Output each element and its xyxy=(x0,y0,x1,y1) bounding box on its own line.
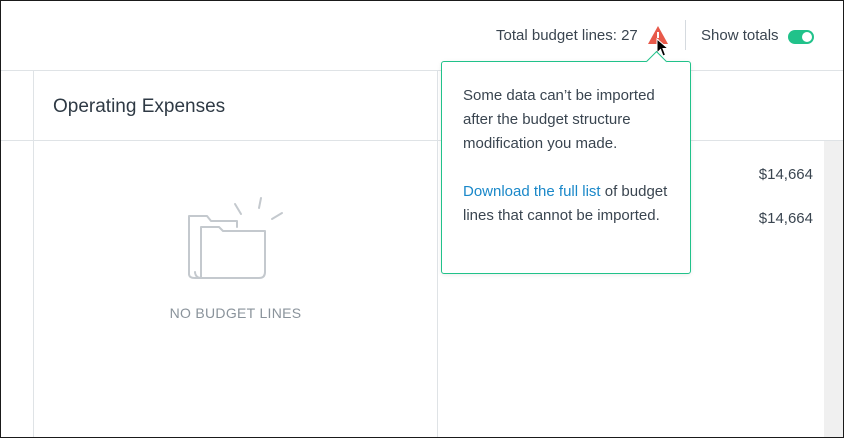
total-budget-lines-label: Total budget lines: 27 xyxy=(496,27,638,44)
column-header-divider xyxy=(1,140,843,141)
show-totals-toggle[interactable] xyxy=(788,30,814,44)
tooltip-message: Some data can’t be imported after the bu… xyxy=(463,87,655,152)
toggle-knob xyxy=(802,32,812,42)
top-bar: Total budget lines: 27 Show totals xyxy=(1,1,843,71)
amount-value: $14,664 xyxy=(758,210,813,227)
tooltip-body: Some data can’t be imported after the bu… xyxy=(463,84,678,228)
no-budget-lines-text: NO BUDGET LINES xyxy=(169,305,302,321)
tooltip-download-paragraph: Download the full list of budget lines t… xyxy=(463,180,678,228)
import-warning-tooltip: Some data can’t be imported after the bu… xyxy=(441,50,691,274)
column-divider-left xyxy=(33,71,34,437)
header-divider xyxy=(685,20,686,50)
operating-expenses-title: Operating Expenses xyxy=(53,96,226,117)
empty-folder-icon xyxy=(188,197,283,279)
app-frame: Total budget lines: 27 Show totals Opera… xyxy=(0,0,844,438)
vertical-scrollbar[interactable] xyxy=(824,141,843,437)
column-divider-middle xyxy=(437,71,438,437)
download-full-list-link[interactable]: Download the full list xyxy=(463,183,601,200)
amount-value: $14,664 xyxy=(758,166,813,183)
show-totals-label: Show totals xyxy=(701,27,779,44)
